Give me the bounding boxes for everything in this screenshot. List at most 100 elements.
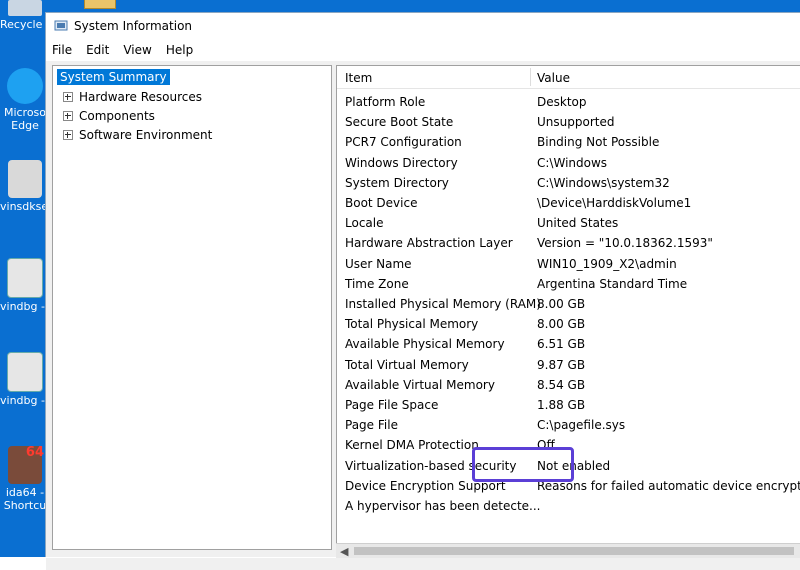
table-row[interactable]: Total Virtual Memory 9.87 GB [337, 355, 800, 375]
table-row[interactable]: Secure Boot State Unsupported [337, 112, 800, 132]
row-value: WIN10_1909_X2\admin [537, 256, 677, 271]
windbg-icon [7, 258, 43, 298]
row-value: 9.87 GB [537, 357, 586, 372]
table-row[interactable]: Windows Directory C:\Windows [337, 153, 800, 173]
row-value: Binding Not Possible [537, 135, 660, 150]
row-item: Available Virtual Memory [345, 377, 495, 392]
row-item: Available Physical Memory [345, 337, 505, 352]
row-value: 6.51 GB [537, 337, 586, 352]
desktop-icon-label: ida64 - [5, 486, 45, 499]
menu-bar: File Edit View Help [46, 39, 800, 61]
desktop-icon-ida64[interactable]: 64 ida64 - Shortcu [0, 446, 50, 512]
edge-icon [7, 68, 43, 104]
row-item: Page File [345, 418, 398, 433]
row-value: C:\pagefile.sys [537, 418, 626, 433]
row-value: Argentina Standard Time [537, 276, 688, 291]
row-item: Platform Role [345, 95, 426, 109]
menu-view[interactable]: View [123, 43, 151, 57]
row-item: Secure Boot State [345, 115, 454, 130]
column-divider[interactable] [530, 68, 531, 86]
desktop-icon-edge[interactable]: Microso Edge [0, 68, 50, 132]
row-item: Time Zone [345, 276, 409, 291]
table-row[interactable]: System Directory C:\Windows\system32 [337, 173, 800, 193]
title-bar[interactable]: System Information [46, 13, 800, 39]
table-row[interactable]: Locale United States [337, 213, 800, 233]
row-item: System Directory [345, 175, 449, 190]
table-row[interactable]: Available Physical Memory 6.51 GB [337, 334, 800, 354]
row-value: 8.00 GB [537, 297, 586, 311]
table-row[interactable]: Hardware Abstraction Layer Version = "10.… [337, 233, 800, 253]
row-value: Reasons for failed automatic device encr… [537, 478, 800, 493]
row-item: Page File Space [345, 398, 439, 412]
menu-help[interactable]: Help [166, 43, 193, 57]
windbg-icon [7, 352, 43, 392]
column-header-value[interactable]: Value [537, 71, 570, 85]
row-item: Kernel DMA Protection [345, 438, 479, 453]
row-item: A hypervisor has been detecte... [345, 499, 541, 513]
row-value: C:\Windows [537, 155, 608, 170]
expand-icon[interactable] [63, 111, 73, 121]
annotation-highlight-box [472, 447, 574, 482]
desktop-icon-label: vinsdkset [0, 200, 50, 213]
table-header: Item Value [337, 66, 800, 89]
tree-item-software-environment[interactable]: Software Environment [63, 128, 212, 142]
system-information-window: System Information File Edit View Help S… [45, 12, 800, 570]
desktop-icon-label: Edge [11, 119, 39, 132]
column-header-item[interactable]: Item [345, 71, 372, 85]
row-item: Locale [345, 216, 384, 231]
desktop-icon-windbg-1[interactable]: vindbg - > [0, 258, 50, 313]
table-row[interactable]: Page File C:\pagefile.sys [337, 415, 800, 435]
desktop-icon-label: Shortcu [3, 499, 47, 512]
tree-item-hardware-resources[interactable]: Hardware Resources [63, 90, 202, 104]
expand-icon[interactable] [63, 92, 73, 102]
horizontal-scrollbar[interactable]: ◀ [336, 543, 800, 558]
tree-item-components[interactable]: Components [63, 109, 155, 123]
expand-icon[interactable] [63, 130, 73, 140]
table-row[interactable]: A hypervisor has been detecte... [337, 496, 800, 516]
table-row[interactable]: PCR7 Configuration Binding Not Possible [337, 132, 800, 152]
row-item: Installed Physical Memory (RAM) [345, 297, 541, 311]
folder-icon[interactable] [84, 0, 116, 9]
window-title: System Information [74, 19, 193, 33]
row-item: User Name [345, 256, 412, 271]
table-row[interactable]: Time Zone Argentina Standard Time [337, 274, 800, 294]
scroll-left-icon[interactable]: ◀ [340, 545, 348, 558]
row-value: Version = "10.0.18362.1593" [537, 236, 713, 251]
desktop-icon-label: vindbg - > [0, 300, 50, 313]
ida64-badge: 64 [25, 445, 44, 460]
table-row[interactable]: Platform Role Desktop [337, 92, 800, 112]
recycle-bin-icon [8, 0, 42, 16]
ida64-icon: 64 [8, 445, 44, 484]
row-value: C:\Windows\system32 [537, 175, 670, 190]
table-row[interactable]: Boot Device \Device\HarddiskVolume1 [337, 193, 800, 213]
row-value: 8.00 GB [537, 317, 586, 332]
row-value: Unsupported [537, 115, 615, 130]
tree-item-system-summary[interactable]: System Summary [57, 69, 170, 85]
tree-item-label: Software Environment [79, 128, 213, 142]
desktop-icon-windbg-2[interactable]: vindbg - > [0, 352, 50, 407]
row-item: Total Physical Memory [345, 317, 479, 332]
row-item: PCR7 Configuration [345, 135, 462, 150]
row-value: \Device\HarddiskVolume1 [537, 196, 692, 210]
desktop-icon-label: vindbg - > [0, 394, 50, 407]
desktop-icon-winsdksetup[interactable]: vinsdkset [0, 160, 50, 213]
tree-item-label: Components [79, 109, 155, 123]
desktop-icon-label: Recycle B [0, 18, 50, 31]
table-row[interactable]: Page File Space 1.88 GB [337, 395, 800, 415]
table-row[interactable]: Available Virtual Memory 8.54 GB [337, 375, 800, 395]
table-row[interactable]: Total Physical Memory 8.00 GB [337, 314, 800, 334]
table-row[interactable]: User Name WIN10_1909_X2\admin [337, 254, 800, 274]
row-item: Total Virtual Memory [345, 357, 469, 372]
category-tree: System Summary Hardware Resources Compon… [52, 65, 332, 550]
desktop-icon-recycle-bin[interactable]: Recycle B [0, 0, 50, 31]
tree-item-label: Hardware Resources [79, 90, 203, 104]
desktop-icon-label: Microso [3, 106, 47, 119]
menu-edit[interactable]: Edit [86, 43, 109, 57]
table-row[interactable]: Installed Physical Memory (RAM) 8.00 GB [337, 294, 800, 314]
menu-file[interactable]: File [52, 43, 72, 57]
installer-icon [8, 160, 42, 198]
row-item: Boot Device [345, 196, 418, 210]
scrollbar-thumb[interactable] [354, 547, 794, 555]
row-value: 8.54 GB [537, 377, 586, 392]
row-item: Windows Directory [345, 155, 458, 170]
